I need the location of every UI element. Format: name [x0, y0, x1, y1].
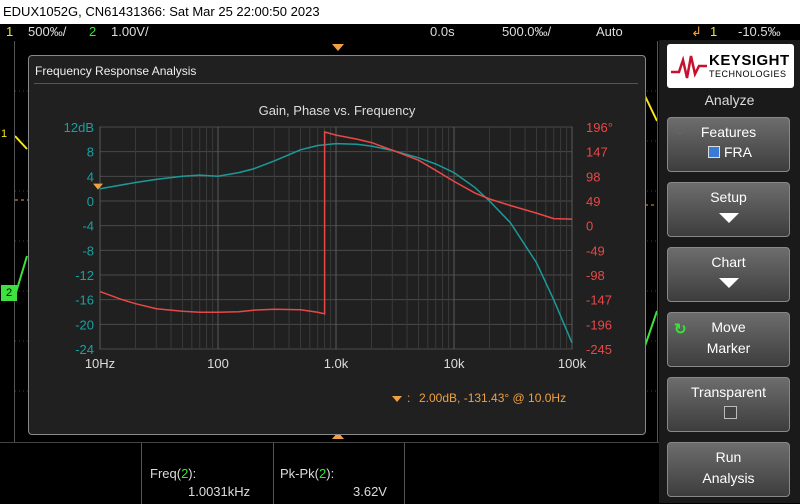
trigger-source-icon: ↲: [691, 24, 702, 39]
measurement-bar: Freq(2): 1.0031kHz Pk-Pk(2): 3.62V: [0, 442, 660, 504]
fra-dialog: Frequency Response Analysis Gain, Phase …: [28, 55, 646, 435]
checkbox-unchecked-icon: [724, 406, 737, 419]
timebase-scale[interactable]: 500.0‰/: [502, 24, 551, 40]
menu-title: Analyze: [704, 92, 755, 108]
y-left-tick-label: 0: [87, 194, 94, 209]
y-right-tick-label: -49: [586, 243, 605, 258]
measurement-divider-mid: [273, 443, 274, 504]
y-right-tick-label: 0: [586, 219, 593, 234]
measurement-divider-right: [404, 443, 405, 504]
submenu-arrow-icon: [719, 278, 739, 288]
x-tick-label: 100k: [558, 356, 587, 371]
setup-softkey[interactable]: Setup: [667, 182, 790, 237]
y-right-tick-label: -98: [586, 268, 605, 283]
ch2-scale[interactable]: 1.00V/: [111, 24, 149, 40]
features-softkey[interactable]: ↻ Features FRA: [667, 117, 790, 172]
chart-softkey[interactable]: Chart: [667, 247, 790, 302]
status-bar: 1 500‰/ 2 1.00V/ 0.0s 500.0‰/ Auto ↲ 1 -…: [0, 24, 800, 40]
y-left-tick-label: -8: [82, 243, 94, 258]
trigger-level[interactable]: -10.5‰: [738, 24, 781, 40]
marker-prefix: :: [407, 391, 410, 405]
title-text: EDUX1052G, CN61431366: Sat Mar 25 22:00:…: [3, 4, 320, 19]
ch1-scale[interactable]: 500‰/: [28, 24, 66, 40]
checkbox-checked-icon: [708, 146, 720, 158]
trigger-source[interactable]: 1: [710, 24, 717, 40]
brand-name: KEYSIGHT: [709, 52, 790, 69]
x-tick-label: 10k: [444, 356, 465, 371]
freq-measurement-label[interactable]: Freq(2):: [150, 466, 196, 481]
y-right-tick-label: 98: [586, 169, 600, 184]
chart-grid: [99, 126, 573, 350]
freq-measurement-value: 1.0031kHz: [188, 484, 251, 499]
y-right-tick-label: 196°: [586, 120, 613, 135]
y-left-tick-label: 4: [87, 169, 94, 184]
move-marker-softkey[interactable]: ↻ Move Marker: [667, 312, 790, 367]
y-right-tick-label: 49: [586, 194, 600, 209]
pkpk-measurement-label[interactable]: Pk-Pk(2):: [280, 466, 334, 481]
brand-sub: TECHNOLOGIES: [709, 69, 787, 79]
y-left-tick-label: -24: [75, 342, 94, 357]
transparent-softkey[interactable]: Transparent: [667, 377, 790, 432]
x-tick-label: 100: [207, 356, 229, 371]
fra-chart[interactable]: Gain, Phase vs. Frequency 12dB 8 4 0 -4 -8 -12…: [29, 56, 645, 434]
y-left-tick-label: -4: [82, 219, 94, 234]
y-right-tick-label: 147: [586, 145, 608, 160]
trigger-position-icon[interactable]: [332, 44, 344, 51]
horizontal-delay[interactable]: 0.0s: [430, 24, 455, 40]
y-left-tick-label: -12: [75, 268, 94, 283]
title-bar: EDUX1052G, CN61431366: Sat Mar 25 22:00:…: [0, 0, 800, 24]
softkey-menu: KEYSIGHT TECHNOLOGIES Analyze ↻ Features…: [659, 40, 800, 503]
measurement-divider-left: [141, 443, 142, 504]
ch2-number[interactable]: 2: [89, 24, 96, 40]
ch2-ground-marker[interactable]: 2: [1, 285, 17, 301]
x-tick-label: 1.0k: [324, 356, 349, 371]
ch1-trace-right: [644, 95, 657, 122]
run-analysis-softkey[interactable]: Run Analysis: [667, 442, 790, 497]
ch1-ground-marker[interactable]: 1: [1, 128, 17, 144]
pkpk-measurement-value: 3.62V: [353, 484, 387, 499]
marker-readout: 2.00dB, -131.43° @ 10.0Hz: [419, 391, 566, 405]
y-right-tick-label: -196: [586, 317, 612, 332]
y-right-tick-label: -245: [586, 342, 612, 357]
ch1-number[interactable]: 1: [6, 24, 13, 40]
y-left-tick-label: 8: [87, 145, 94, 160]
y-left-tick-label: -20: [75, 317, 94, 332]
chart-title: Gain, Phase vs. Frequency: [259, 103, 416, 118]
submenu-arrow-icon: [719, 213, 739, 223]
x-tick-label: 10Hz: [85, 356, 115, 371]
trigger-mode[interactable]: Auto: [596, 24, 623, 40]
keysight-wave-icon: [671, 55, 707, 79]
y-right-tick-label: -147: [586, 293, 612, 308]
y-left-tick-label: 12dB: [64, 120, 94, 135]
y-left-tick-label: -16: [75, 293, 94, 308]
keysight-logo: KEYSIGHT TECHNOLOGIES: [667, 44, 794, 88]
chart-ticks: 12dB 8 4 0 -4 -8 -12 -16 -20 -24 196° 147 98 49 0 -49 -9…: [64, 120, 613, 371]
marker-readout-icon: [392, 396, 402, 402]
